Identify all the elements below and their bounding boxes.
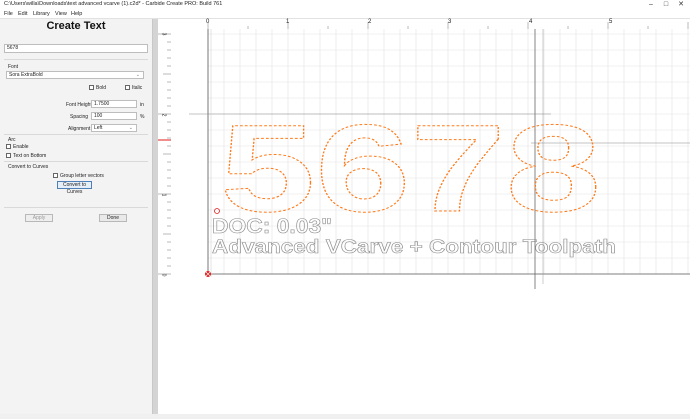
design-canvas[interactable]: 5678 DOC: 0.03" Advanced VCarve + Contou…	[171, 29, 690, 414]
ruler-label-3: 3	[448, 19, 452, 25]
left-ruler-ticks	[158, 33, 171, 275]
alignment-label: Alignment	[68, 126, 91, 132]
ruler-label-y1: 1	[160, 193, 167, 197]
separator	[4, 161, 148, 162]
chevron-down-icon: ⌄	[135, 72, 140, 78]
font-select[interactable]: Sora ExtraBold ⌄	[6, 71, 144, 79]
menu-help[interactable]: Help	[71, 10, 82, 18]
ruler-label-4: 4	[529, 19, 533, 25]
canvas-svg[interactable]: 5678 DOC: 0.03" Advanced VCarve + Contou…	[171, 29, 690, 414]
spacing-unit: %	[140, 114, 145, 120]
ruler-label-y2: 2	[160, 113, 167, 117]
close-button[interactable]: ✕	[676, 0, 686, 10]
ruler-label-0: 0	[206, 19, 210, 25]
text-on-bottom-label: Text on Bottom	[13, 153, 47, 159]
minimize-button[interactable]: –	[646, 0, 656, 10]
separator	[4, 207, 148, 208]
font-height-input[interactable]: 1.7500	[91, 100, 137, 108]
convert-section-label: Convert to Curves	[8, 164, 49, 170]
menu-library[interactable]: Library	[33, 10, 50, 18]
bold-checkbox[interactable]	[89, 85, 94, 90]
menu-view[interactable]: View	[55, 10, 67, 18]
apply-button[interactable]: Apply	[25, 214, 53, 222]
alignment-select[interactable]: Left ⌄	[91, 124, 137, 132]
arc-section-label: Arc	[8, 137, 16, 143]
text-on-bottom-checkbox[interactable]	[6, 153, 11, 158]
text-input[interactable]: 5678	[4, 44, 148, 53]
menu-edit[interactable]: Edit	[18, 10, 27, 18]
chevron-down-icon: ⌄	[128, 125, 133, 131]
group-letter-vectors-label: Group letter vectors	[60, 173, 104, 179]
ruler-label-y3: 3	[160, 32, 167, 36]
menu-file[interactable]: File	[4, 10, 13, 18]
separator	[4, 134, 148, 135]
font-height-unit: in	[140, 102, 144, 108]
ruler-label-2: 2	[368, 19, 372, 25]
create-text-panel: Create Text 5678 Font Sora ExtraBold ⌄ B…	[0, 19, 153, 414]
menu-bar: File Edit Library View Help	[0, 10, 690, 19]
italic-label: Italic	[132, 85, 143, 91]
arc-enable-checkbox[interactable]	[6, 144, 11, 149]
title-bar: C:\Users\willa\Downloads\text advanced v…	[0, 0, 690, 10]
group-letter-vectors-checkbox[interactable]	[53, 173, 58, 178]
spacing-label: Spacing	[70, 114, 89, 120]
spacing-input[interactable]: 100	[91, 112, 137, 120]
text-anchor-handle[interactable]	[214, 208, 220, 214]
italic-checkbox[interactable]	[125, 85, 130, 90]
separator	[4, 59, 148, 60]
ruler-label-5: 5	[609, 19, 613, 25]
convert-to-curves-button[interactable]: Convert to Curves	[57, 181, 92, 195]
alignment-value: Left	[94, 125, 103, 131]
left-ruler: 3 2 1 0	[158, 29, 172, 414]
font-select-value: Sora ExtraBold	[9, 72, 43, 78]
doc-text-outline[interactable]: DOC: 0.03"	[212, 215, 333, 239]
arc-enable-label: Enable	[13, 144, 29, 150]
panel-title: Create Text	[46, 20, 106, 32]
ruler-label-1: 1	[286, 19, 290, 25]
maximize-button[interactable]: □	[661, 0, 671, 10]
font-section-label: Font	[8, 64, 19, 70]
toolpath-text-outline[interactable]: Advanced VCarve + Contour Toolpath	[212, 237, 617, 259]
bold-label: Bold	[96, 85, 107, 91]
window-title: C:\Users\willa\Downloads\text advanced v…	[4, 1, 223, 7]
done-button[interactable]: Done	[99, 214, 127, 222]
font-height-label: Font Height	[66, 102, 92, 108]
ruler-label-y0: 0	[160, 273, 167, 277]
